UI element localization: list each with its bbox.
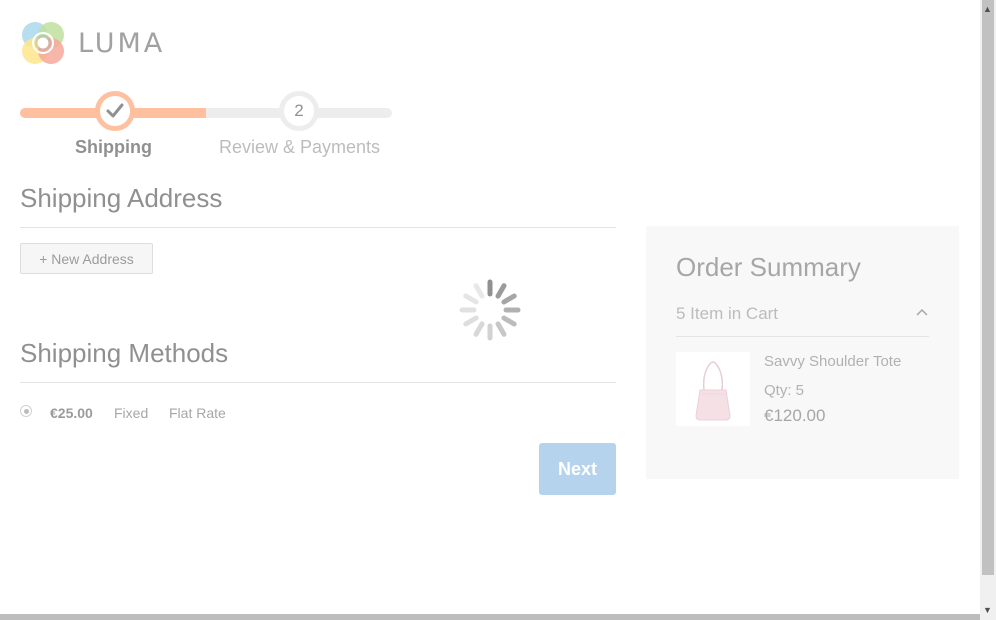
step-shipping-label: Shipping: [75, 137, 152, 157]
product-qty: Qty: 5: [764, 382, 805, 399]
vertical-scrollbar-thumb[interactable]: [982, 0, 994, 575]
order-summary-title: Order Summary: [676, 252, 861, 282]
method-price: €25.00: [50, 405, 93, 421]
brand-name: LUMA: [78, 27, 166, 59]
step-shipping-indicator: [95, 91, 135, 131]
shipping-address-title: Shipping Address: [20, 183, 223, 213]
section-divider: [20, 227, 616, 228]
step-review-indicator: 2: [279, 91, 319, 131]
product-price: €120.00: [764, 406, 826, 425]
flat-rate-radio[interactable]: [20, 405, 32, 417]
items-in-cart-toggle[interactable]: 5 Item in Cart: [676, 304, 778, 324]
checkout-page: LUMA 2 Shipping Review & Payments Shippi…: [0, 0, 980, 614]
method-type: Fixed: [114, 405, 149, 421]
next-button[interactable]: Next: [539, 443, 616, 495]
checkmark-icon: [106, 103, 124, 118]
product-name[interactable]: Savvy Shoulder Tote: [764, 353, 901, 370]
product-image: [676, 352, 750, 426]
step-review-label[interactable]: Review & Payments: [219, 137, 380, 158]
radio-selected-dot: [23, 408, 29, 414]
scroll-down-arrow-icon[interactable]: ▼: [983, 605, 992, 615]
method-carrier: Flat Rate: [169, 405, 226, 421]
horizontal-scrollbar[interactable]: [0, 614, 980, 620]
summary-divider: [676, 336, 929, 337]
shipping-methods-title: Shipping Methods: [20, 338, 229, 368]
loading-spinner-icon: [459, 279, 521, 341]
shoulder-tote-icon: [695, 361, 731, 421]
order-summary-panel: Order Summary 5 Item in Cart Savvy Shoul…: [646, 226, 959, 479]
section-divider: [20, 382, 616, 383]
luma-logo[interactable]: LUMA: [20, 20, 165, 66]
chevron-up-icon[interactable]: [914, 304, 930, 320]
luma-logo-icon: [22, 22, 64, 64]
scroll-up-arrow-icon[interactable]: ▲: [983, 4, 992, 14]
new-address-button[interactable]: + New Address: [20, 243, 153, 274]
